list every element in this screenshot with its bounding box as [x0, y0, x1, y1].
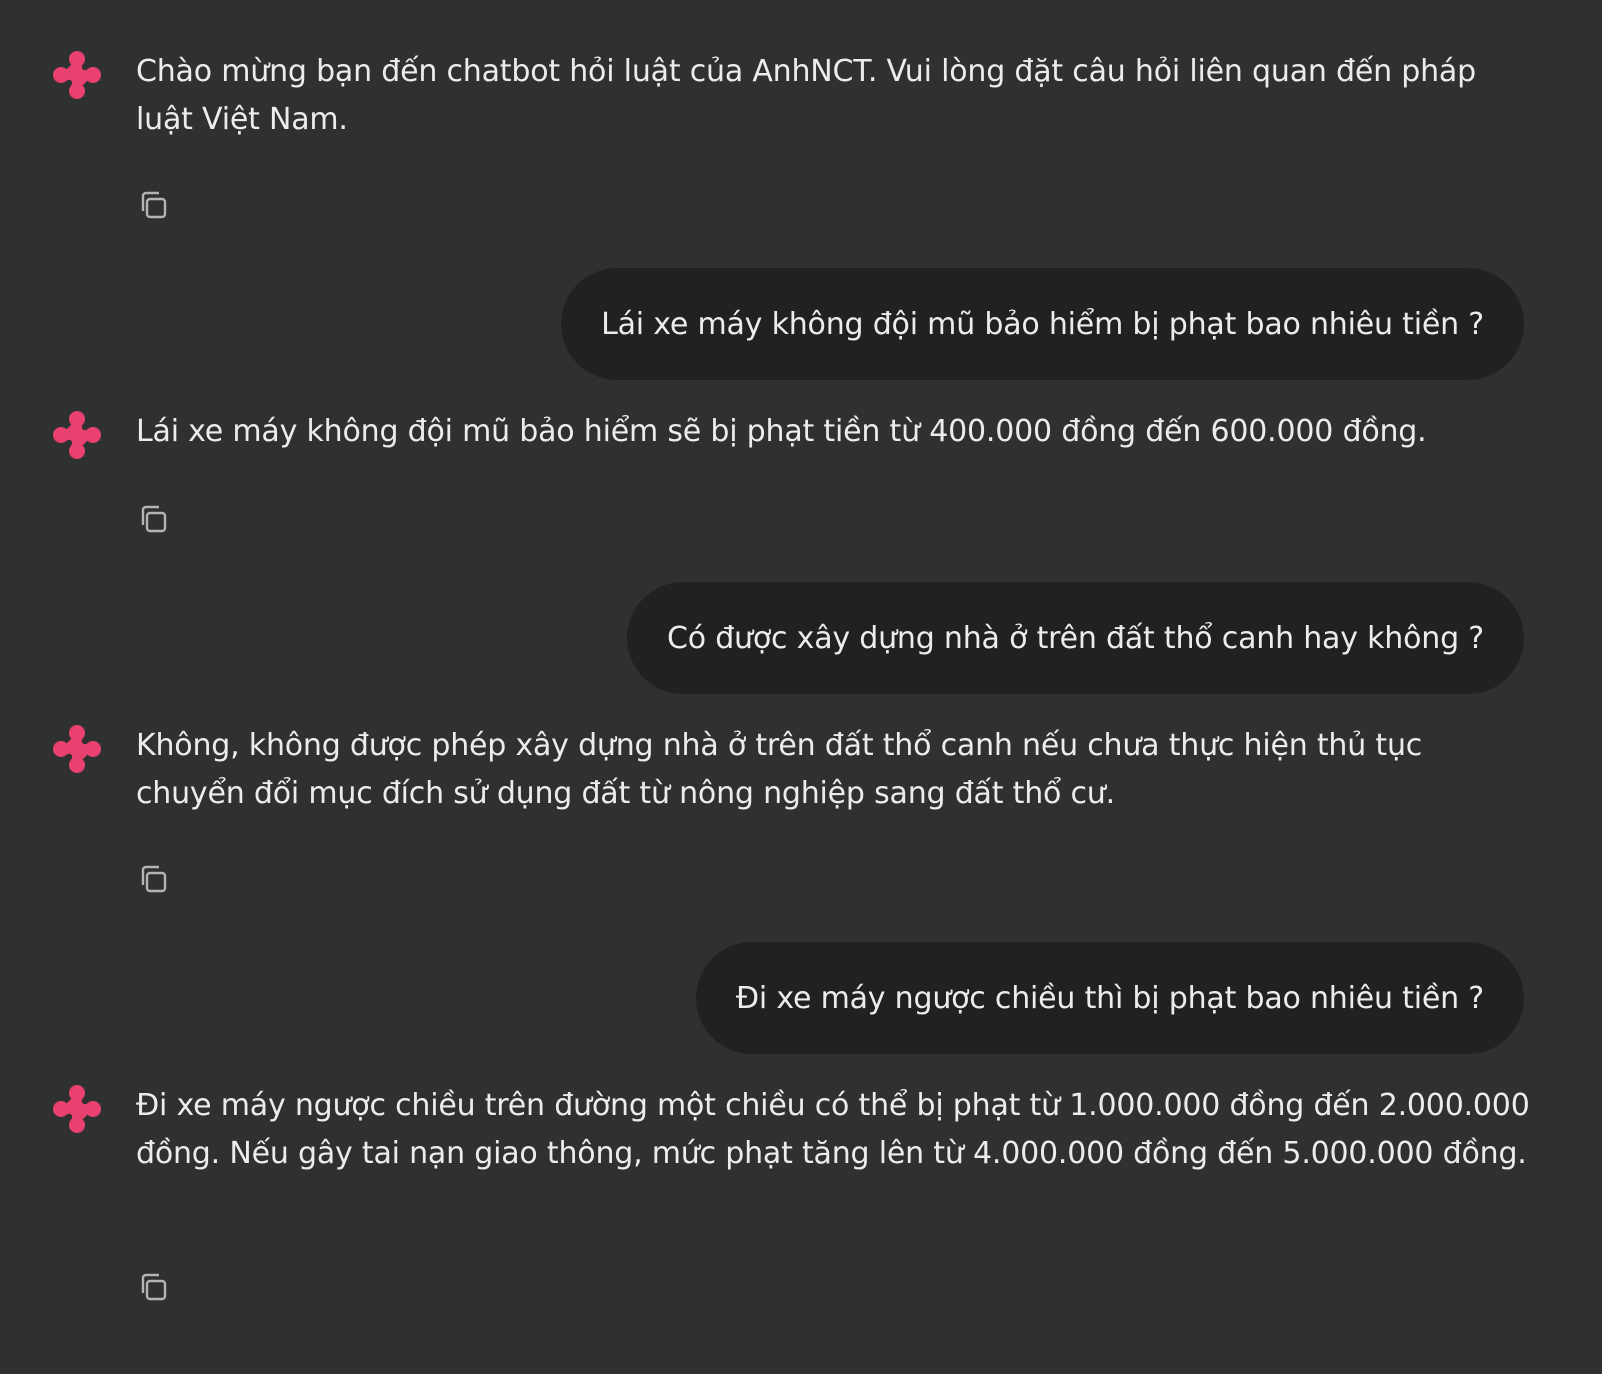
- bot-message-text: Chào mừng bạn đến chatbot hỏi luật của A…: [136, 54, 1476, 137]
- user-message: Có được xây dựng nhà ở trên đất thổ canh…: [626, 582, 1524, 694]
- copy-icon[interactable]: [136, 862, 170, 896]
- copy-icon[interactable]: [136, 502, 170, 536]
- chat-thread: Chào mừng bạn đến chatbot hỏi luật của A…: [0, 0, 1602, 1374]
- bot-message-text: Đi xe máy ngược chiều trên đường một chi…: [136, 1088, 1530, 1171]
- logo-icon: [53, 1085, 101, 1133]
- bot-message: Đi xe máy ngược chiều trên đường một chi…: [50, 1082, 1530, 1322]
- user-message-bubble: Có được xây dựng nhà ở trên đất thổ canh…: [626, 582, 1524, 694]
- logo-icon: [53, 51, 101, 99]
- bot-message-text: Lái xe máy không đội mũ bảo hiểm sẽ bị p…: [136, 414, 1427, 449]
- user-message: Lái xe máy không đội mũ bảo hiểm bị phạt…: [561, 268, 1524, 380]
- logo-icon: [53, 411, 101, 459]
- copy-icon[interactable]: [136, 188, 170, 222]
- bot-message-text: Không, không được phép xây dựng nhà ở tr…: [136, 728, 1423, 811]
- bot-message: Lái xe máy không đội mũ bảo hiểm sẽ bị p…: [50, 408, 1530, 548]
- user-message-bubble: Lái xe máy không đội mũ bảo hiểm bị phạt…: [561, 268, 1524, 380]
- copy-icon[interactable]: [136, 1270, 170, 1304]
- user-message-bubble: Đi xe máy ngược chiều thì bị phạt bao nh…: [695, 942, 1524, 1054]
- user-message: Đi xe máy ngược chiều thì bị phạt bao nh…: [695, 942, 1524, 1054]
- logo-icon: [53, 725, 101, 773]
- bot-message: Chào mừng bạn đến chatbot hỏi luật của A…: [50, 48, 1530, 238]
- bot-message: Không, không được phép xây dựng nhà ở tr…: [50, 722, 1530, 912]
